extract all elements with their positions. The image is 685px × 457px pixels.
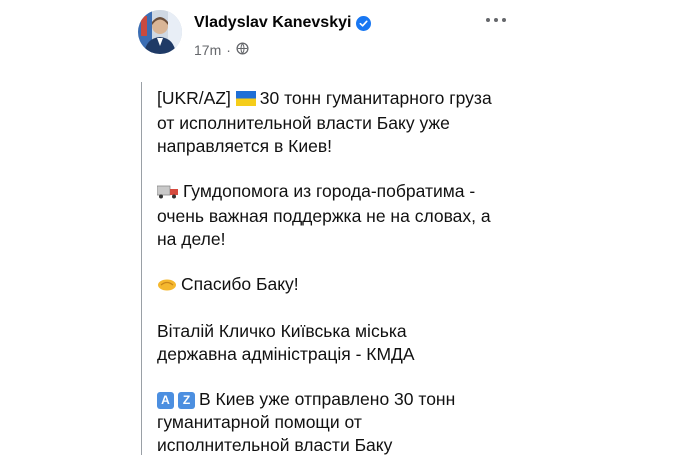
ukraine-flag-icon: [235, 89, 256, 112]
post-line: [UKR/AZ] 30 тонн гуманитарного груза: [157, 87, 537, 112]
post-line: направляется в Киев!: [157, 136, 332, 156]
handshake-icon: [157, 275, 177, 298]
post-meta: 17m ·: [194, 42, 249, 58]
post-line: Гумдопомога из города-побратима -: [156, 180, 537, 205]
post-line: Спасибо Баку!: [157, 273, 537, 298]
post-line: исполнительной власти Баку: [157, 435, 393, 455]
verified-badge-icon: [356, 15, 372, 31]
post-line: AZВ Киев уже отправлено 30 тонн: [157, 388, 537, 411]
globe-icon[interactable]: [236, 42, 249, 58]
tag-text: [UKR/AZ]: [157, 88, 231, 108]
truck-icon: [156, 182, 179, 205]
avatar[interactable]: [138, 10, 182, 54]
post-line: гуманитарной помощи от: [157, 412, 362, 432]
post-line: очень важная поддержка не на словах, а: [157, 206, 491, 226]
letter-a-icon: A: [157, 392, 174, 409]
post-text: В Киев уже отправлено 30 тонн: [199, 389, 456, 409]
post-line: на деле!: [157, 229, 226, 249]
post-line: Віталій Кличко Київська міська: [157, 321, 407, 341]
letter-z-icon: Z: [178, 392, 195, 409]
author-row: Vladyslav Kanevskyi: [194, 14, 372, 32]
author-name[interactable]: Vladyslav Kanevskyi: [194, 14, 351, 32]
post-line: державна адміністрація - КМДА: [157, 344, 415, 364]
more-options-icon[interactable]: [486, 18, 506, 22]
post-body: [UKR/AZ] 30 тонн гуманитарного груза от …: [156, 87, 537, 457]
post-text: 30 тонн гуманитарного груза: [259, 88, 492, 108]
post-line: от исполнительной власти Баку уже: [157, 113, 450, 133]
quote-divider-line: [141, 82, 142, 455]
avatar-photo-icon: [138, 10, 182, 54]
separator-dot: ·: [226, 42, 231, 58]
post-timestamp[interactable]: 17m: [194, 42, 221, 58]
post-text: Спасибо Баку!: [181, 274, 299, 294]
post-text: Гумдопомога из города-побратима -: [183, 181, 476, 201]
